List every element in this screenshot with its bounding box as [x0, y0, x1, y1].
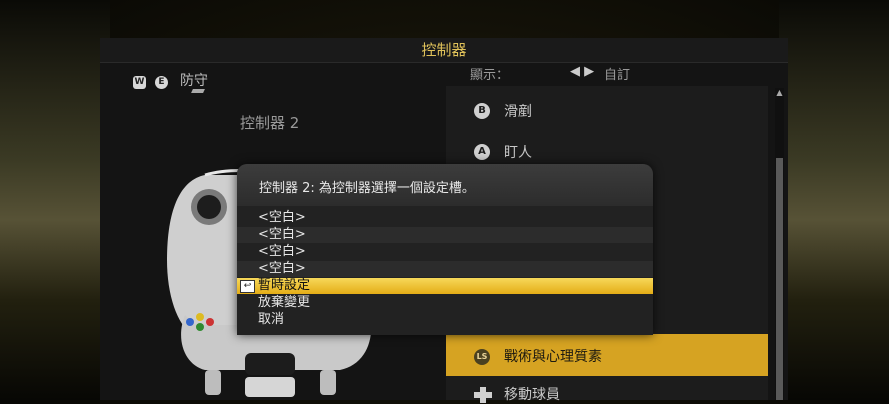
option-label: <空白>	[258, 227, 306, 242]
option-label: 取消	[258, 312, 285, 327]
option-label: 暫時設定	[258, 278, 311, 293]
dialog-option-empty-slot-4[interactable]: <空白>	[237, 261, 653, 277]
dialog-option-discard-changes[interactable]: 放棄變更	[237, 295, 653, 311]
option-label: <空白>	[258, 244, 306, 259]
a-button-icon: A	[474, 144, 490, 160]
option-label: <空白>	[258, 210, 306, 225]
option-label: 放棄變更	[258, 295, 311, 310]
dialog-option-cancel[interactable]: 取消	[237, 312, 653, 328]
display-value: 自訂	[604, 68, 631, 83]
stadium-background-right	[779, 0, 889, 400]
action-label: 滑剷	[504, 104, 532, 120]
action-item-move-player[interactable]: 移動球員	[474, 384, 560, 404]
action-label: 盯人	[504, 145, 532, 161]
action-item-tactics[interactable]: LS 戰術與心理質素	[474, 346, 602, 366]
b-button-icon: B	[474, 103, 490, 119]
defend-indicator-icon	[191, 89, 205, 93]
action-label: 戰術與心理質素	[504, 349, 602, 365]
stadium-background-left	[0, 0, 110, 400]
slot-dialog: 控制器 2: 為控制器選擇一個設定槽。 <空白> <空白> <空白> <空白> …	[237, 164, 653, 335]
window-title: 控制器	[100, 38, 788, 63]
display-label: 顯示：	[470, 68, 510, 83]
action-item-sliding-tackle[interactable]: B 滑剷	[474, 101, 532, 121]
w-button-icon: W	[133, 76, 146, 89]
scroll-thumb[interactable]	[776, 158, 783, 400]
display-selector[interactable]: 顯示： ◀ ▶ 自訂	[470, 64, 630, 83]
dpad-icon	[474, 387, 492, 403]
enter-icon: ↩	[240, 280, 255, 293]
defend-label: 防守	[180, 73, 208, 89]
dialog-option-empty-slot-1[interactable]: <空白>	[237, 210, 653, 226]
ls-button-icon: LS	[474, 349, 490, 365]
scroll-up-icon[interactable]: ▲	[775, 88, 784, 98]
action-item-marking[interactable]: A 盯人	[474, 142, 532, 162]
action-label: 移動球員	[504, 387, 560, 403]
dialog-option-empty-slot-2[interactable]: <空白>	[237, 227, 653, 243]
dialog-title: 控制器 2: 為控制器選擇一個設定槽。	[259, 181, 475, 196]
option-label: <空白>	[258, 261, 306, 276]
dialog-option-empty-slot-3[interactable]: <空白>	[237, 244, 653, 260]
e-button-icon: E	[155, 76, 168, 89]
list-scrollbar[interactable]: ▲	[775, 88, 784, 400]
dialog-header: 控制器 2: 為控制器選擇一個設定槽。	[237, 164, 653, 206]
controller-label: 控制器 2	[240, 114, 300, 132]
dialog-option-temporary-setting[interactable]: ↩ 暫時設定	[237, 278, 653, 294]
